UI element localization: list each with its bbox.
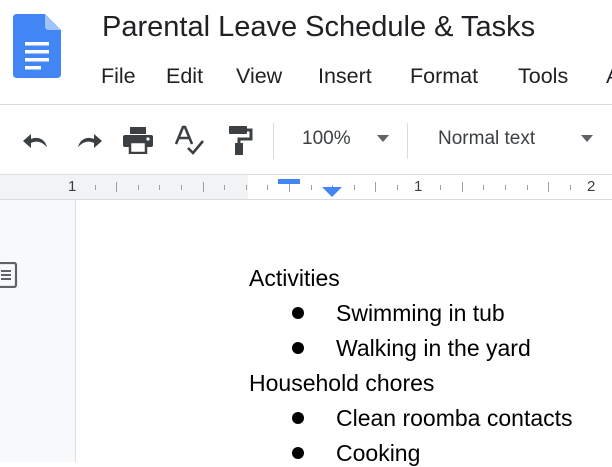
redo-icon: [78, 134, 102, 148]
ruler-tick: [440, 185, 442, 190]
list-item-text: Clean roomba contacts: [336, 405, 573, 431]
document-page[interactable]: Activities Swimming in tub Walking in th…: [75, 200, 612, 466]
paint-format-button[interactable]: [222, 123, 258, 157]
ruler-tick: [353, 185, 355, 190]
document-outline-icon[interactable]: [0, 262, 20, 288]
redo-button[interactable]: [70, 123, 106, 157]
ruler-tick: [116, 182, 118, 192]
zoom-select[interactable]: 100%: [302, 127, 351, 151]
menu-view[interactable]: View: [236, 61, 282, 91]
ruler-tick: [375, 182, 377, 192]
bullet-icon: [292, 412, 304, 424]
menu-format[interactable]: Format: [410, 61, 478, 91]
ruler[interactable]: 1 1 2: [0, 174, 612, 200]
toolbar: 100% Normal text: [0, 105, 612, 173]
list-item-text: Walking in the yard: [336, 335, 531, 361]
ruler-label: 1: [68, 178, 77, 195]
ruler-tick: [245, 185, 247, 190]
bullet-icon: [292, 342, 304, 354]
toolbar-separator: [407, 123, 408, 159]
docs-logo-icon[interactable]: [13, 14, 61, 78]
document-title[interactable]: Parental Leave Schedule & Tasks: [102, 9, 535, 45]
ruler-label: 1: [414, 178, 423, 195]
ruler-tick: [310, 185, 312, 190]
ruler-tick: [137, 185, 139, 190]
spellcheck-button[interactable]: [171, 123, 207, 157]
bullet-icon: [292, 447, 304, 459]
ruler-tick: [224, 185, 226, 190]
ruler-tick: [526, 185, 528, 190]
menu-file[interactable]: File: [101, 61, 136, 91]
ruler-tick: [159, 185, 161, 190]
list-item-text: Cooking: [336, 440, 421, 466]
paint-format-icon: [229, 126, 253, 155]
menu-tools[interactable]: Tools: [518, 61, 568, 91]
title-bar: Parental Leave Schedule & Tasks File Edi…: [0, 0, 612, 104]
ruler-tick: [94, 185, 96, 190]
print-icon: [123, 127, 153, 154]
undo-button[interactable]: [19, 123, 55, 157]
section-heading[interactable]: Household chores: [249, 369, 434, 397]
ruler-tick: [397, 185, 398, 190]
ruler-tick: [548, 182, 550, 192]
ruler-tick: [461, 182, 463, 192]
left-indent-handle[interactable]: [322, 187, 342, 197]
undo-icon: [23, 134, 47, 148]
print-button[interactable]: [120, 123, 156, 157]
bullet-icon: [292, 307, 304, 319]
ruler-left-margin: [0, 175, 248, 199]
first-line-indent-handle[interactable]: [278, 179, 300, 184]
ruler-tick: [483, 185, 485, 190]
list-item-text: Swimming in tub: [336, 300, 505, 326]
menu-edit[interactable]: Edit: [166, 61, 203, 91]
menu-add-ons[interactable]: A: [606, 61, 612, 91]
paragraph-style-dropdown-icon[interactable]: [581, 135, 593, 142]
ruler-tick: [505, 185, 506, 190]
paragraph-style-select[interactable]: Normal text: [438, 127, 535, 151]
ruler-tick: [202, 182, 204, 192]
toolbar-separator: [273, 123, 274, 159]
ruler-tick: [181, 185, 182, 190]
section-heading[interactable]: Activities: [249, 264, 340, 292]
menu-insert[interactable]: Insert: [318, 61, 372, 91]
spellcheck-icon: [174, 125, 204, 155]
zoom-dropdown-icon[interactable]: [377, 135, 389, 142]
ruler-tick: [267, 185, 269, 190]
ruler-label: 2: [587, 178, 596, 195]
ruler-tick: [569, 185, 571, 190]
